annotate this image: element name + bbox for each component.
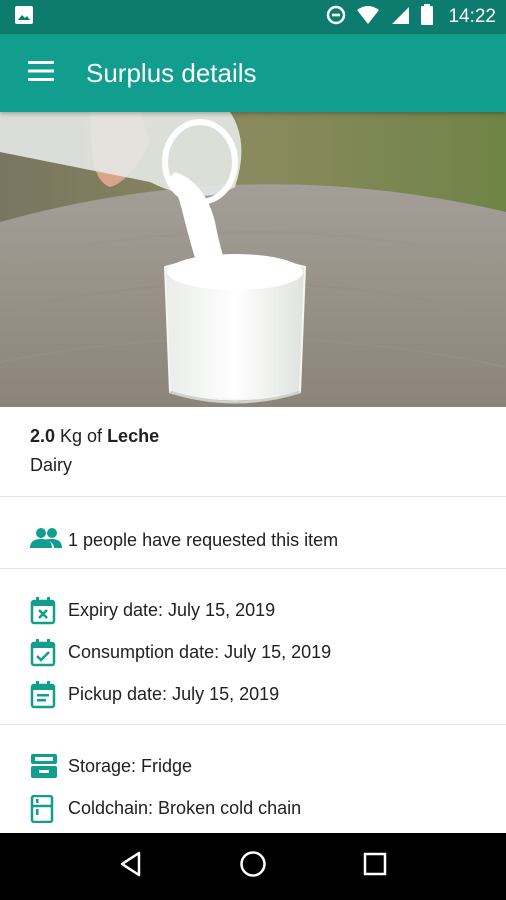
product-quantity: 2.0	[30, 426, 56, 446]
recents-button[interactable]	[345, 837, 405, 897]
requests-section: 1 people have requested this item	[0, 497, 506, 569]
product-unit: Kg of	[55, 426, 108, 446]
storage-row: Storage: Fridge	[30, 741, 506, 783]
requests-row: 1 people have requested this item	[30, 515, 506, 557]
recents-icon	[363, 852, 387, 881]
product-quantity-line: 2.0 Kg of Leche	[30, 425, 506, 447]
product-name: Leche	[107, 426, 160, 446]
home-icon	[239, 850, 267, 883]
consumption-date-text: Consumption date: July 15, 2019	[68, 642, 332, 662]
battery-icon	[420, 3, 434, 31]
people-icon	[30, 527, 68, 557]
menu-icon	[28, 60, 56, 87]
back-button[interactable]	[101, 837, 161, 897]
app-bar: Surplus details	[0, 34, 506, 112]
storage-tray-icon	[30, 753, 68, 783]
menu-button[interactable]	[0, 34, 86, 112]
status-bar: 14:22	[0, 0, 506, 34]
pickup-date-row: Pickup date: July 15, 2019	[30, 669, 506, 711]
storage-text: Storage: Fridge	[68, 756, 193, 776]
signal-icon	[390, 5, 410, 30]
calendar-check-icon	[30, 639, 68, 669]
data-saver-icon	[326, 5, 346, 30]
status-time: 14:22	[448, 6, 496, 27]
image-icon	[14, 5, 34, 30]
expiry-date-text: Expiry date: July 15, 2019	[68, 600, 276, 620]
coldchain-row: Coldchain: Broken cold chain	[30, 783, 506, 825]
dates-section: Expiry date: July 15, 2019 Consumption d…	[0, 569, 506, 725]
product-category: Dairy	[30, 455, 73, 475]
expiry-date-row: Expiry date: July 15, 2019	[30, 585, 506, 627]
requests-text: 1 people have requested this item	[68, 530, 339, 550]
back-icon	[119, 851, 143, 882]
surplus-details: 2.0 Kg of Leche Dairy 1 people have requ…	[0, 407, 506, 833]
coldchain-text: Coldchain: Broken cold chain	[68, 798, 302, 818]
storage-section: Storage: Fridge Coldchain: Broken cold c…	[0, 725, 506, 833]
fridge-icon	[30, 795, 68, 825]
calendar-x-icon	[30, 597, 68, 627]
pickup-date-text: Pickup date: July 15, 2019	[68, 684, 280, 704]
system-nav-bar	[0, 833, 506, 900]
wifi-icon	[356, 5, 380, 30]
product-image	[0, 112, 506, 407]
product-summary: 2.0 Kg of Leche Dairy	[0, 407, 506, 497]
home-button[interactable]	[223, 837, 283, 897]
consumption-date-row: Consumption date: July 15, 2019	[30, 627, 506, 669]
calendar-note-icon	[30, 681, 68, 711]
page-title: Surplus details	[86, 57, 257, 88]
partial-row	[30, 825, 506, 833]
